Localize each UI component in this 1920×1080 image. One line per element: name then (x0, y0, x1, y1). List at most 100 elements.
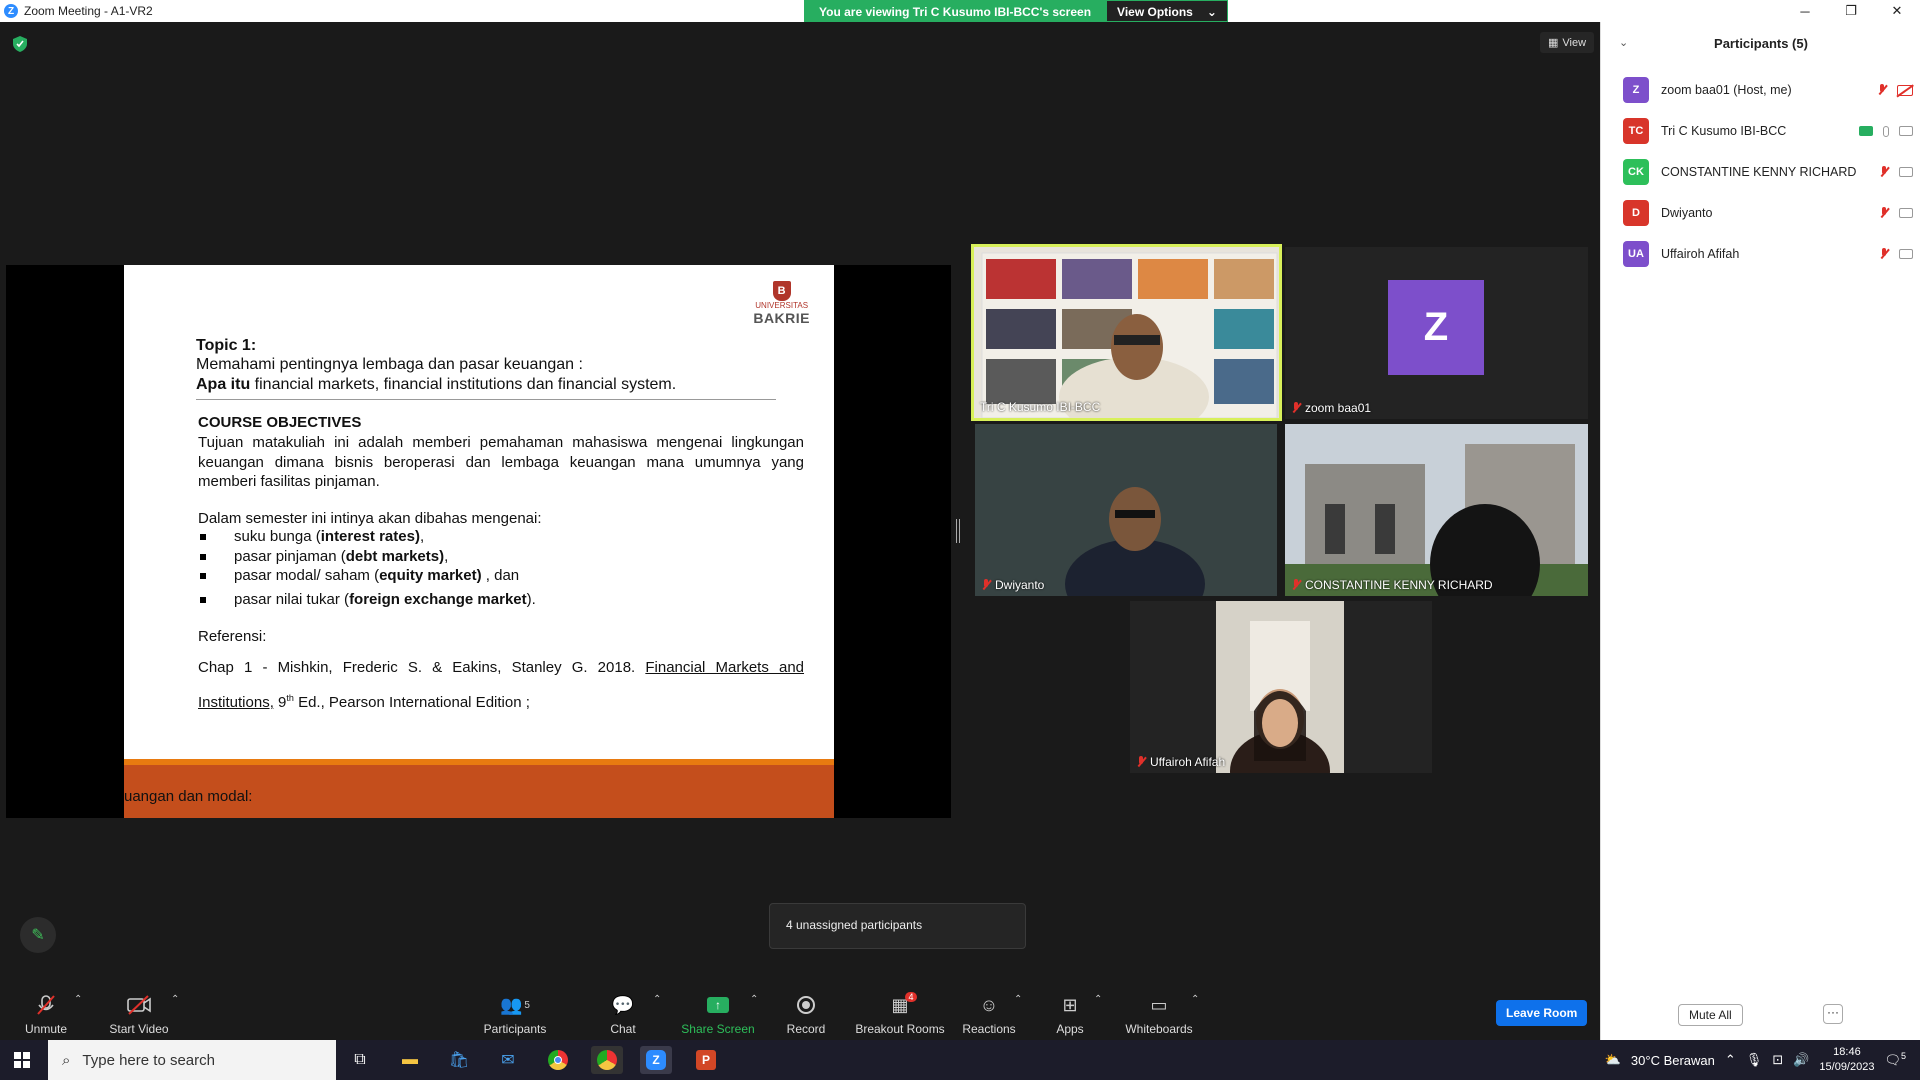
mute-all-button[interactable]: Mute All (1678, 1004, 1743, 1026)
store-icon[interactable]: 🛍 (443, 1046, 475, 1074)
question-bold: Apa itu (196, 376, 251, 393)
slide-subtitle: Memahami pentingnya lembaga dan pasar ke… (196, 356, 583, 373)
search-icon: ⌕ (62, 1051, 71, 1069)
avatar: Z (1388, 280, 1484, 375)
mic-muted-icon (35, 994, 57, 1016)
share-screen-label: Share Screen (681, 1022, 755, 1036)
video-icon[interactable] (1899, 126, 1913, 136)
file-explorer-icon[interactable]: ▬ (394, 1046, 426, 1074)
chevron-up-icon[interactable]: ⌃ (1191, 994, 1199, 1005)
chevron-up-icon[interactable]: ⌃ (1014, 994, 1022, 1005)
video-off-icon[interactable] (1897, 84, 1913, 96)
apps-icon: ⊞ (1062, 994, 1078, 1015)
video-tile[interactable]: Z zoom baa01 (1285, 247, 1588, 419)
microphone-icon[interactable]: 🎙 (1746, 1052, 1763, 1068)
video-tile[interactable]: Dwiyanto (975, 424, 1277, 596)
avatar: TC (1623, 118, 1649, 144)
weather-icon[interactable]: ⛅ (1605, 1052, 1621, 1068)
chevron-up-icon[interactable]: ⌃ (653, 994, 661, 1005)
unmute-button[interactable]: Unmute (22, 988, 70, 1040)
breakout-badge: 4 (905, 992, 917, 1002)
participant-name: Tri C Kusumo IBI-BCC (980, 400, 1101, 414)
chrome-profile-icon[interactable] (591, 1046, 623, 1074)
mic-muted-icon (1136, 756, 1146, 768)
mic-muted-icon[interactable] (1879, 207, 1889, 219)
participant-name: Uffairoh Afifah (1136, 755, 1225, 769)
video-icon[interactable] (1899, 167, 1913, 177)
annotate-pencil-icon[interactable]: ✎ (20, 917, 56, 953)
chat-icon: 💬 (611, 994, 635, 1015)
participant-row[interactable]: TC Tri C Kusumo IBI-BCC (1623, 115, 1913, 147)
chat-button[interactable]: 💬 Chat (605, 988, 641, 1040)
mail-icon[interactable]: ✉ (492, 1046, 524, 1074)
objectives-title: COURSE OBJECTIVES (198, 414, 362, 431)
participant-row[interactable]: UA Uffairoh Afifah (1623, 238, 1913, 270)
task-view-icon[interactable]: ⧉ (344, 1046, 376, 1074)
weather-text[interactable]: 30°C Berawan (1631, 1053, 1715, 1068)
participant-row[interactable]: D Dwiyanto (1623, 197, 1913, 229)
share-screen-button[interactable]: ↑ Share Screen (680, 988, 756, 1040)
chevron-down-icon: ⌄ (1206, 5, 1217, 19)
start-video-button[interactable]: Start Video (106, 988, 172, 1040)
taskbar-search[interactable]: ⌕ Type here to search (48, 1040, 336, 1080)
volume-icon[interactable]: 🔊 (1793, 1052, 1809, 1068)
logo-name: BAKRIE (753, 310, 810, 326)
notification-icon[interactable]: 🗨5 (1884, 1051, 1906, 1068)
video-tile[interactable]: Tri C Kusumo IBI-BCC (971, 244, 1282, 421)
chevron-up-icon[interactable]: ⌃ (171, 994, 179, 1005)
network-icon[interactable]: ⊡ (1772, 1052, 1783, 1068)
whiteboards-button[interactable]: ▭ Whiteboards (1124, 988, 1194, 1040)
video-icon[interactable] (1899, 208, 1913, 218)
apps-button[interactable]: ⊞ Apps (1055, 988, 1085, 1040)
mic-icon[interactable] (1883, 125, 1889, 137)
participant-row[interactable]: Z zoom baa01 (Host, me) (1623, 74, 1913, 106)
presentation-slide: B UNIVERSITAS BAKRIE Topic 1: Memahami p… (124, 265, 834, 818)
restore-icon[interactable]: ❐ (1828, 0, 1874, 22)
reactions-icon: ☺ (979, 994, 999, 1015)
clock[interactable]: 18:46 15/09/2023 (1819, 1045, 1874, 1075)
record-icon (797, 994, 815, 1016)
video-icon[interactable] (1899, 249, 1913, 259)
zoom-taskbar-icon[interactable]: Z (640, 1046, 672, 1074)
powerpoint-icon[interactable]: P (690, 1046, 722, 1074)
participants-button[interactable]: 👥 5 Participants (480, 988, 550, 1040)
view-button[interactable]: ▦ View (1540, 32, 1595, 53)
unassigned-participants-popup[interactable]: 4 unassigned participants (769, 903, 1026, 949)
video-tile[interactable]: CONSTANTINE KENNY RICHARD (1285, 424, 1588, 596)
minimize-icon[interactable]: ─ (1782, 0, 1828, 22)
mic-muted-icon[interactable] (1877, 84, 1887, 96)
share-screen-icon: ↑ (707, 994, 729, 1016)
reactions-label: Reactions (962, 1022, 1016, 1036)
view-options-label: View Options (1117, 5, 1193, 19)
start-video-label: Start Video (109, 1022, 169, 1036)
mic-muted-icon[interactable] (1879, 248, 1889, 260)
divider (196, 399, 776, 400)
record-button[interactable]: Record (784, 988, 828, 1040)
shared-screen[interactable]: B UNIVERSITAS BAKRIE Topic 1: Memahami p… (6, 265, 951, 818)
participant-name: Dwiyanto (981, 578, 1044, 592)
close-icon[interactable]: ✕ (1874, 0, 1920, 22)
leave-room-button[interactable]: Leave Room (1496, 1000, 1588, 1026)
chrome-icon[interactable] (542, 1046, 574, 1074)
topic-item: pasar modal/ saham (equity market) , dan (198, 567, 536, 587)
windows-start-icon[interactable] (14, 1052, 30, 1068)
chevron-up-icon[interactable]: ⌃ (750, 994, 758, 1005)
chevron-up-icon[interactable]: ⌃ (74, 994, 82, 1005)
shield-icon[interactable] (13, 36, 27, 52)
chevron-up-icon[interactable]: ⌃ (1725, 1052, 1736, 1068)
participant-row[interactable]: CK CONSTANTINE KENNY RICHARD (1623, 156, 1913, 188)
video-tile[interactable]: Uffairoh Afifah (1130, 601, 1432, 773)
meeting-toolbar: Unmute ⌃ Start Video ⌃ 👥 5 Participants 💬… (0, 988, 1600, 1040)
video-feed (1285, 424, 1588, 596)
screen-share-icon (1859, 126, 1873, 136)
chevron-up-icon[interactable]: ⌃ (1094, 994, 1102, 1005)
view-options-button[interactable]: View Options ⌄ (1106, 0, 1228, 22)
split-handle[interactable] (956, 519, 960, 543)
video-off-icon (126, 994, 152, 1016)
breakout-rooms-button[interactable]: ▦ 4 Breakout Rooms (852, 988, 948, 1040)
more-options-button[interactable]: ··· (1823, 1004, 1843, 1024)
chat-label: Chat (610, 1022, 636, 1036)
reactions-button[interactable]: ☺ Reactions (962, 988, 1016, 1040)
mic-muted-icon[interactable] (1879, 166, 1889, 178)
objectives-text: Tujuan matakuliah ini adalah memberi pem… (198, 434, 804, 490)
